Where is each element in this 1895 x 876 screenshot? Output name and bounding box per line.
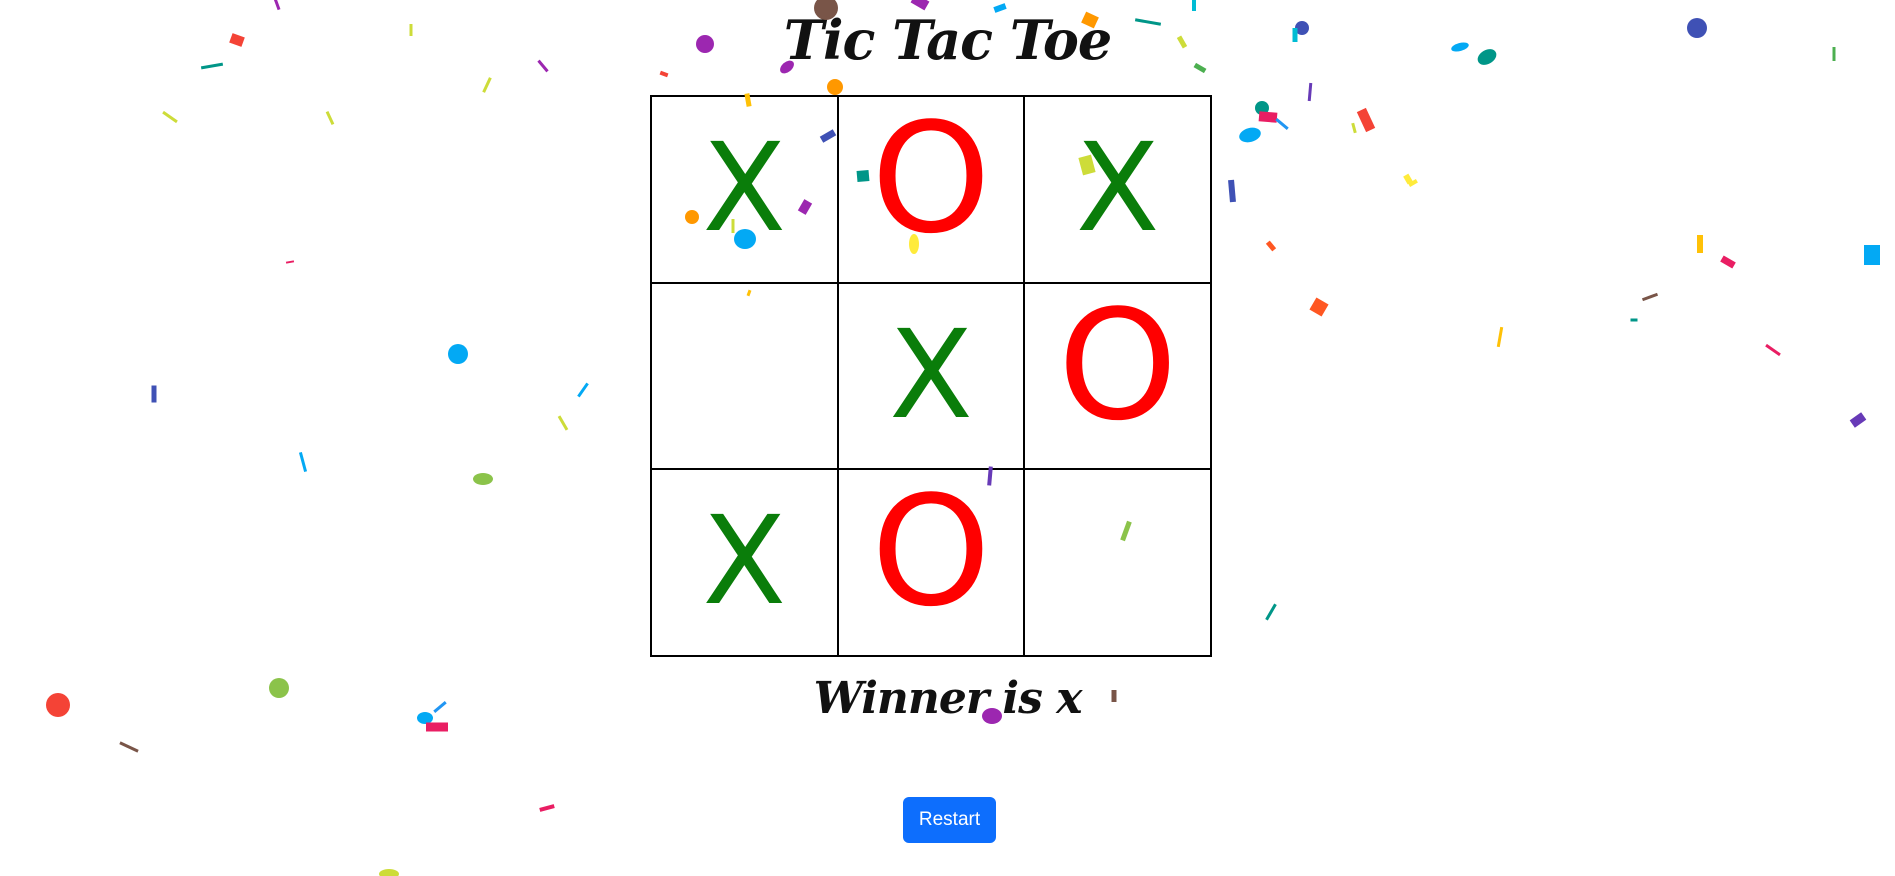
confetti-piece [1265,603,1277,621]
cell-mark: X [889,303,973,446]
board-cell-7[interactable]: X [651,469,838,656]
confetti-piece [827,79,843,95]
confetti-piece [1351,122,1357,134]
board-cell-1[interactable]: X [651,96,838,283]
confetti-piece [557,415,569,431]
confetti-piece [1258,111,1278,123]
board-cell-8[interactable]: O [837,463,1025,656]
confetti-piece [285,260,295,264]
confetti-piece [473,473,493,485]
confetti-piece [1239,127,1261,143]
confetti-piece [1255,101,1269,115]
game-page: Tic Tac Toe X O X X O X O Winner is x Re… [0,0,1895,876]
confetti-piece [379,869,399,876]
confetti-piece [1765,343,1781,357]
board-cell-4[interactable] [651,282,838,470]
game-board: X O X X O X O [650,95,1212,657]
confetti-piece [1864,245,1880,265]
confetti-piece [1228,179,1236,203]
confetti-piece [1309,297,1329,317]
board-cell-5[interactable]: X [837,282,1025,470]
confetti-piece [325,111,335,125]
confetti-piece [1356,107,1376,133]
confetti-piece [1408,179,1418,187]
confetti-piece [1641,292,1659,302]
confetti-piece [1630,318,1638,322]
cell-mark: X [702,490,787,633]
confetti-piece [162,110,178,124]
confetti-piece [119,741,139,753]
confetti-piece [482,77,492,93]
winner-message: Winner is x [813,673,1083,724]
cell-mark: O [871,463,991,641]
board-cell-3[interactable]: X [1024,96,1211,283]
board-cell-6[interactable]: O [1024,276,1211,470]
cell-mark: X [702,117,787,259]
confetti-piece [298,451,308,473]
restart-button[interactable]: Restart [903,797,996,843]
confetti-piece [448,344,468,364]
confetti-piece [1265,240,1277,252]
cell-mark: O [1057,276,1178,454]
confetti-piece [151,385,157,403]
confetti-piece [539,804,555,812]
board-cell-9[interactable] [1024,469,1211,656]
confetti-piece [1849,412,1867,428]
confetti-piece [1307,82,1313,102]
cell-mark: O [871,90,991,267]
confetti-piece [1403,173,1413,185]
confetti-piece [1496,326,1504,348]
confetti-piece [1275,118,1289,130]
confetti-piece [577,382,589,398]
confetti-piece [1697,235,1703,253]
page-title: Tic Tac Toe [783,8,1112,72]
cell-mark: X [1075,117,1160,259]
board-cell-2[interactable]: O [837,90,1025,283]
confetti-piece [1720,255,1736,269]
